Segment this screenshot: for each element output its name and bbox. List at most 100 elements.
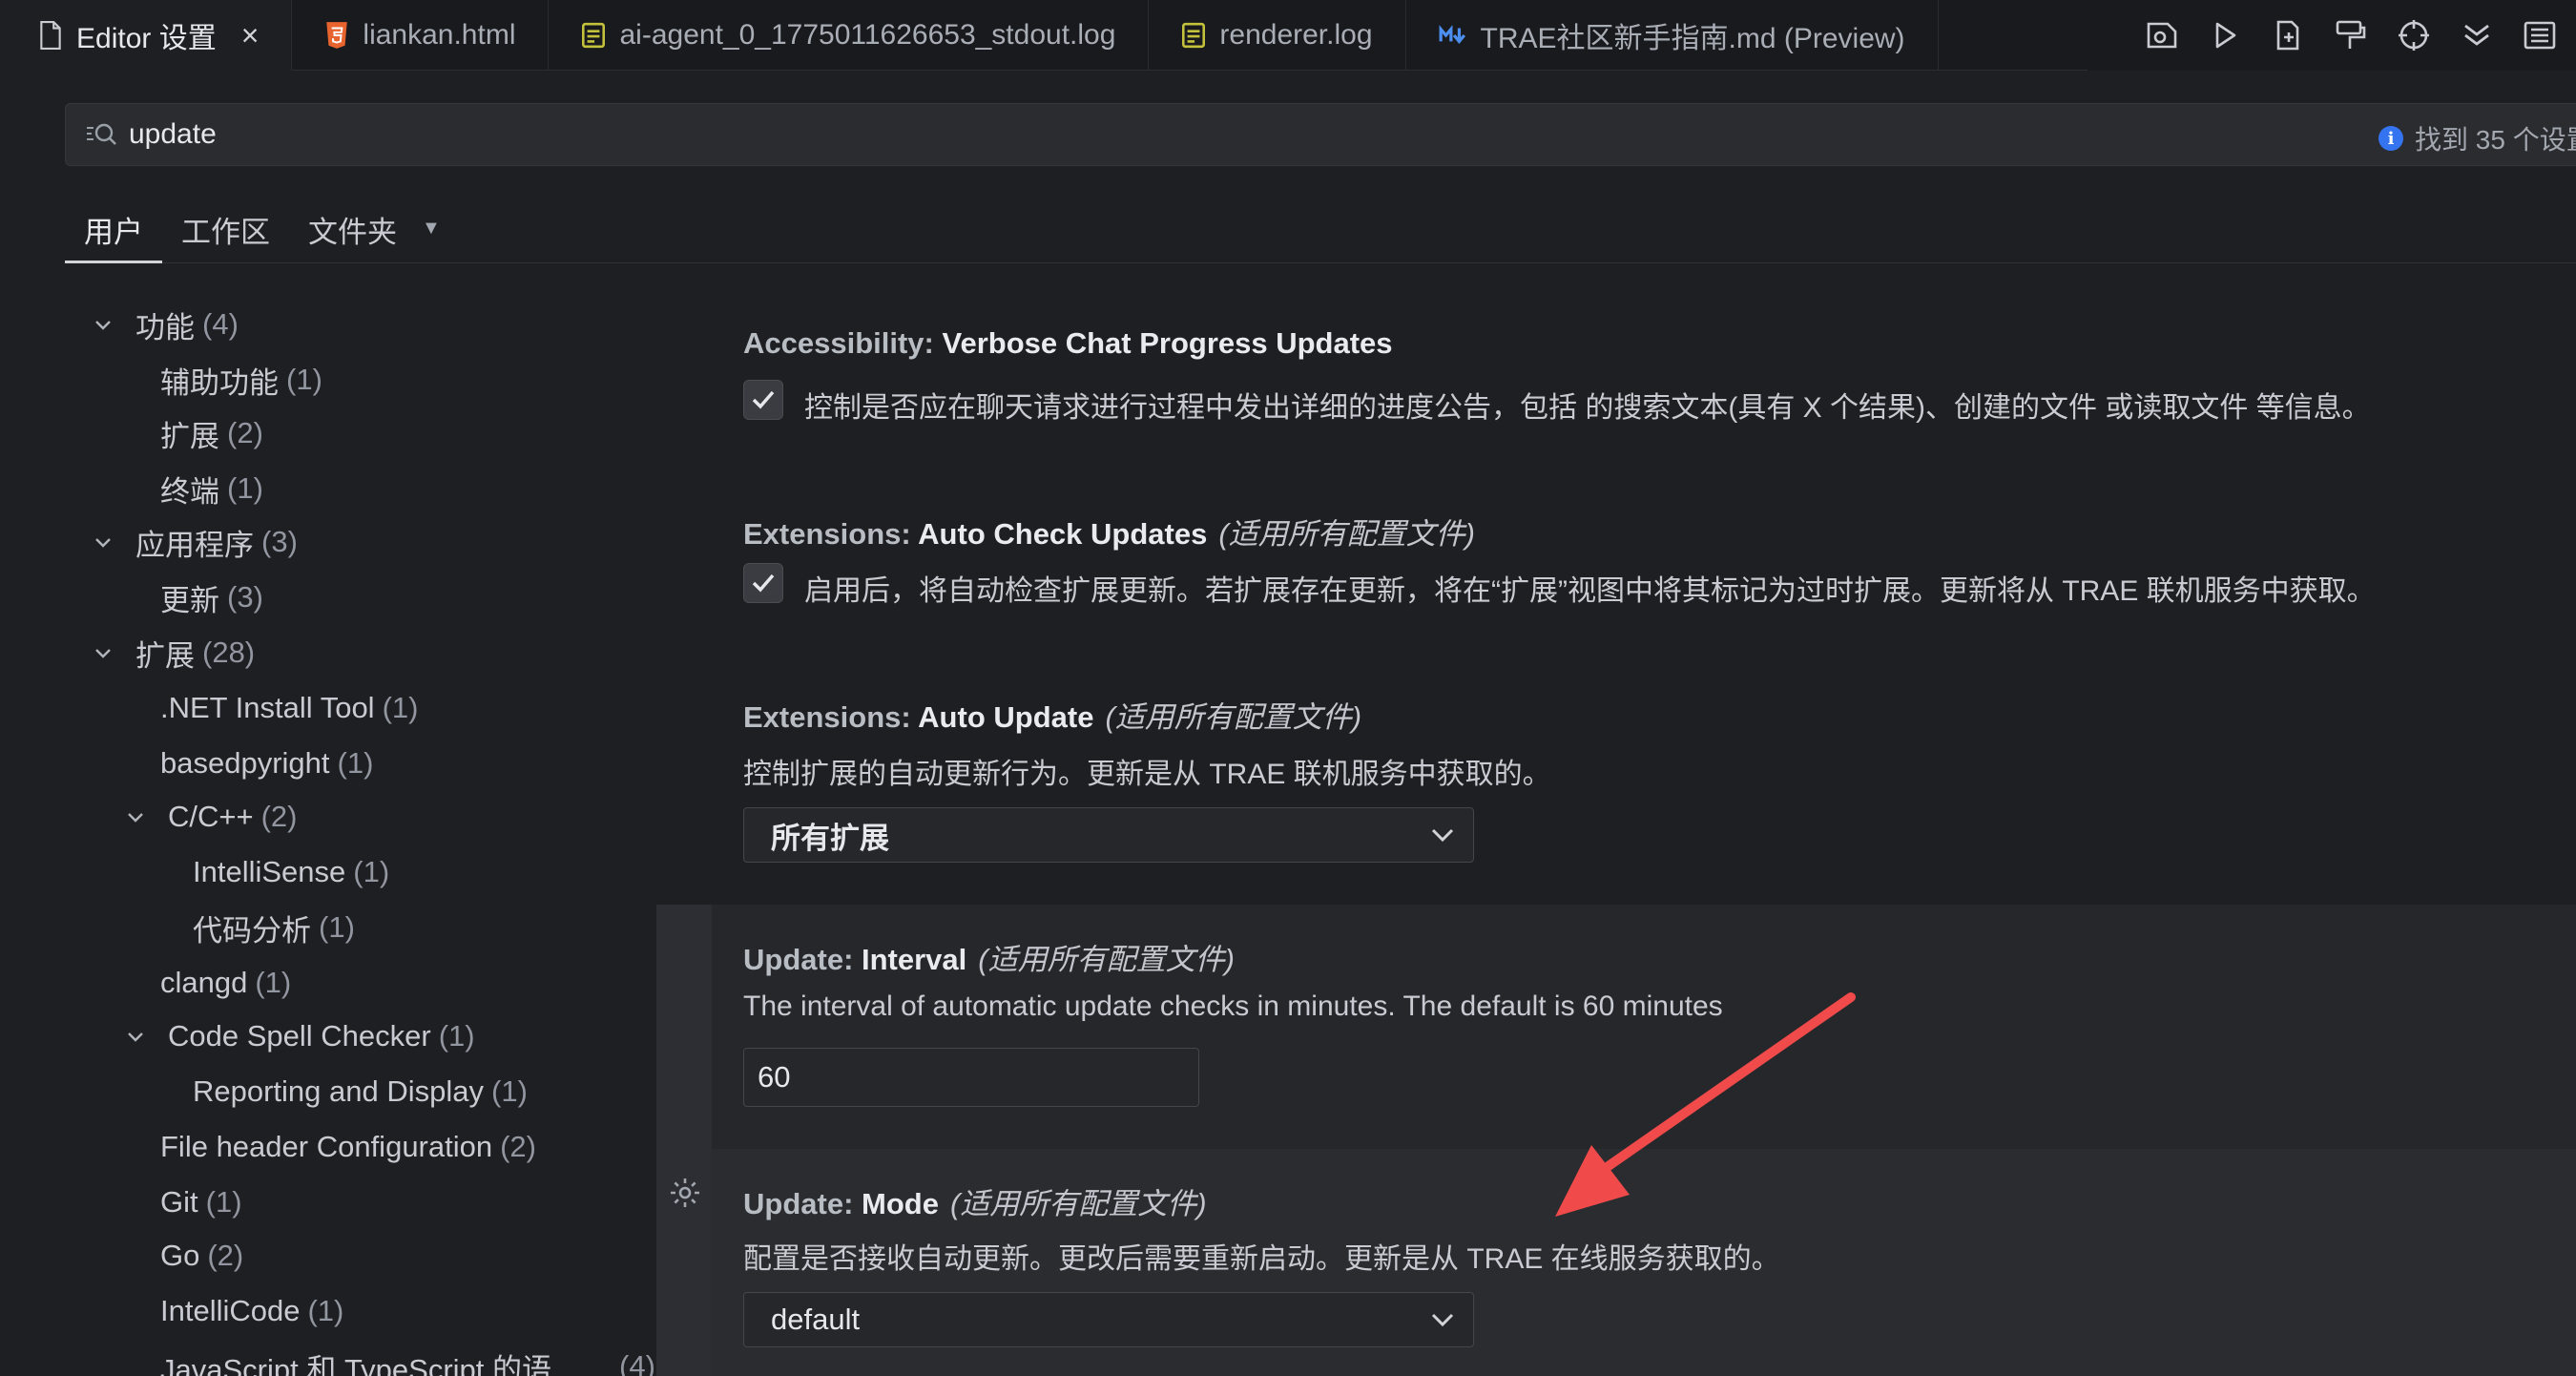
tab-label: liankan.html [363, 19, 516, 51]
setting-description: 控制扩展的自动更新行为。更新是从 TRAE 联机服务中获取的。 [743, 759, 1551, 790]
tree-item-intellicode[interactable]: IntelliCode (1) [160, 1284, 343, 1338]
tree-item-clangd[interactable]: clangd (1) [160, 956, 291, 1010]
tree-count: (3) [261, 525, 298, 558]
auto-check-updates-checkbox[interactable] [743, 563, 783, 603]
tab-renderer-log[interactable]: renderer.log [1149, 0, 1406, 71]
update-mode-select[interactable]: default [743, 1292, 1474, 1347]
tree-item-js-ts[interactable]: JavaScript 和 TypeScript 的语… (4) [160, 1340, 655, 1376]
verbose-chat-checkbox[interactable] [743, 380, 783, 420]
check-icon [752, 573, 775, 593]
tab-user[interactable]: 用户 [65, 187, 162, 263]
tree-count: (1) [227, 471, 263, 505]
tab-ai-agent-log[interactable]: ai-agent_0_1775011626653_stdout.log [549, 0, 1150, 71]
markdown-file-icon [1439, 25, 1465, 44]
tree-label: JavaScript 和 TypeScript 的语… [160, 1352, 582, 1376]
tree-item-features[interactable]: 功能 (4) [92, 298, 239, 351]
setting-key: Interval [862, 943, 967, 976]
tree-label: 辅助功能 [160, 365, 279, 400]
tree-count: (1) [337, 746, 374, 780]
tree-label: 扩展 [135, 638, 195, 673]
tree-item-code-spell-checker[interactable]: Code Spell Checker (1) [124, 1010, 475, 1063]
collapse-all-icon[interactable] [2460, 18, 2494, 52]
search-result-count: i 找到 35 个设置 [2379, 119, 2576, 157]
setting-description: 启用后，将自动检查扩展更新。若扩展存在更新，将在“扩展”视图中将其标记为过时扩展… [804, 575, 2376, 607]
tree-count: (1) [319, 910, 355, 944]
setting-key: Verbose Chat Progress Updates [942, 326, 1393, 360]
setting-category: Accessibility: [743, 326, 943, 360]
setting-description: 控制是否应在聊天请求进行过程中发出详细的进度公告，包括 的搜索文本(具有 X 个… [804, 392, 2371, 424]
tree-item-file-header-config[interactable]: File header Configuration (2) [160, 1120, 536, 1174]
tab-trae-guide-preview[interactable]: TRAE社区新手指南.md (Preview) [1406, 0, 1939, 71]
settings-search-input[interactable] [129, 118, 1846, 151]
tree-item-extensions-feature[interactable]: 扩展 (2) [160, 407, 263, 460]
open-preview-icon[interactable] [2145, 18, 2179, 52]
tree-label: 应用程序 [135, 528, 254, 562]
html-file-icon [326, 22, 348, 49]
tree-item-code-analysis[interactable]: 代码分析 (1) [193, 901, 355, 954]
tree-label: Git [160, 1185, 198, 1219]
select-value: default [771, 1303, 861, 1336]
setting-category: Update: [743, 943, 862, 976]
settings-scope-tabs: 用户 工作区 文件夹 ▼ [65, 187, 2576, 263]
split-editor-icon[interactable] [2523, 18, 2557, 52]
tab-editor-settings[interactable]: Editor 设置 × [0, 0, 293, 71]
tree-label: 更新 [160, 583, 219, 617]
tree-item-accessibility[interactable]: 辅助功能 (1) [160, 353, 322, 407]
tree-count: (1) [286, 363, 322, 396]
close-icon[interactable]: × [241, 18, 260, 53]
setting-scope-note: (适用所有配置文件) [949, 1187, 1207, 1220]
tree-item-dotnet-install-tool[interactable]: .NET Install Tool (1) [160, 681, 418, 735]
tree-item-go[interactable]: Go (2) [160, 1229, 243, 1282]
tab-folder[interactable]: 文件夹 [289, 187, 416, 263]
tab-liankan-html[interactable]: liankan.html [292, 0, 550, 71]
tree-count: (1) [353, 855, 390, 888]
setting-category: Extensions: [743, 700, 919, 734]
tree-label: basedpyright [160, 746, 330, 780]
tab-label: Editor 设置 [76, 23, 217, 54]
setting-scope-note: (适用所有配置文件) [1218, 517, 1475, 551]
tree-count: (1) [307, 1294, 344, 1327]
tab-label: TRAE社区新手指南.md (Preview) [1480, 23, 1905, 54]
found-count-text: 找到 35 个设置 [2415, 125, 2576, 155]
setting-title-update-mode: Update: Mode (适用所有配置文件) [743, 1179, 1207, 1222]
chevron-down-icon [95, 321, 111, 330]
format-paint-icon[interactable] [2334, 18, 2368, 52]
tree-item-reporting-display[interactable]: Reporting and Display (1) [193, 1065, 528, 1118]
tree-item-update[interactable]: 更新 (3) [160, 571, 263, 624]
tree-label: IntelliCode [160, 1294, 301, 1327]
target-icon[interactable] [2397, 18, 2431, 52]
log-file-icon [582, 22, 606, 49]
check-icon [752, 390, 775, 409]
tree-item-application[interactable]: 应用程序 (3) [92, 515, 298, 569]
tree-label: clangd [160, 966, 248, 999]
editor-actions [2088, 0, 2576, 71]
auto-update-select[interactable]: 所有扩展 [743, 807, 1474, 863]
tree-label: C/C++ [168, 800, 254, 833]
tree-label: .NET Install Tool [160, 691, 375, 724]
chevron-down-icon [95, 649, 111, 658]
tree-count: (1) [205, 1185, 242, 1219]
tree-item-intellisense[interactable]: IntelliSense (1) [193, 845, 389, 899]
tree-item-terminal[interactable]: 终端 (1) [160, 462, 263, 515]
update-interval-input[interactable]: 60 [743, 1048, 1199, 1107]
gear-icon[interactable] [668, 1176, 702, 1210]
select-value: 所有扩展 [771, 821, 889, 855]
tree-item-extensions[interactable]: 扩展 (28) [92, 626, 255, 679]
tree-count: (2) [500, 1130, 536, 1163]
setting-scope-note: (适用所有配置文件) [1105, 700, 1362, 734]
focus-strip [656, 905, 712, 1376]
tree-item-cpp[interactable]: C/C++ (2) [124, 790, 298, 844]
info-icon: i [2379, 126, 2403, 151]
tree-label: File header Configuration [160, 1130, 493, 1163]
chevron-down-icon [95, 538, 111, 548]
compare-files-icon[interactable] [2271, 18, 2305, 52]
tree-item-basedpyright[interactable]: basedpyright (1) [160, 737, 373, 790]
chevron-down-icon[interactable]: ▼ [422, 187, 441, 240]
tree-count: (1) [382, 691, 419, 724]
tree-count: (4) [202, 307, 239, 341]
tree-item-git[interactable]: Git (1) [160, 1176, 242, 1229]
tree-label: Code Spell Checker [168, 1019, 431, 1053]
run-icon[interactable] [2208, 18, 2242, 52]
tab-workspace[interactable]: 工作区 [162, 187, 289, 263]
setting-category: Update: [743, 1187, 862, 1220]
